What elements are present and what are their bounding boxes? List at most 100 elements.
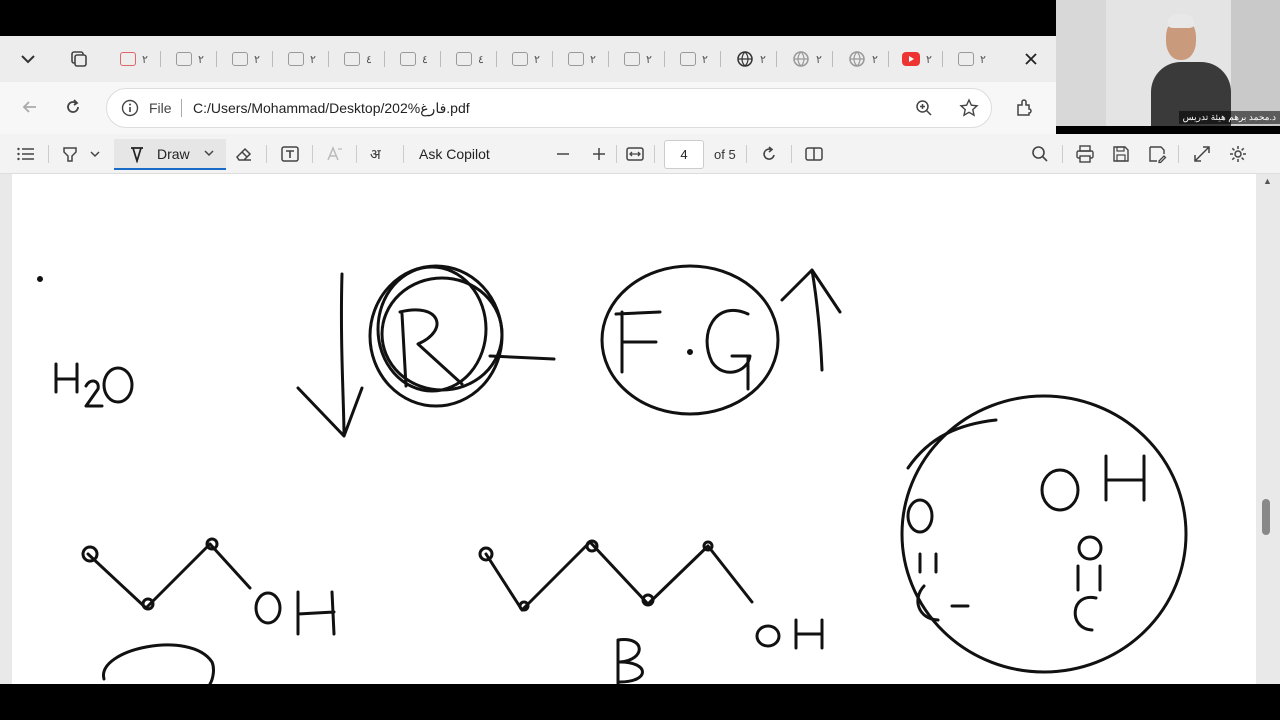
ink-up-arrow [780, 268, 842, 372]
browser-tab[interactable]: ٢ [896, 46, 943, 72]
video-background [1056, 0, 1106, 126]
rotate-icon[interactable] [759, 144, 779, 164]
favorite-star-icon[interactable] [959, 98, 979, 118]
tab-title: ٢ [926, 53, 932, 66]
highlight-icon[interactable] [60, 144, 80, 164]
ask-copilot-button[interactable]: Ask Copilot [419, 146, 490, 162]
refresh-icon[interactable] [63, 97, 83, 117]
url-text[interactable]: C:/Users/Mohammad/Desktop/202%فارغ.pdf [193, 100, 470, 117]
bottom-black-bar [0, 684, 1280, 720]
search-icon[interactable] [1030, 144, 1050, 164]
document-tab-icon [456, 52, 472, 66]
scrollbar-thumb[interactable] [1262, 499, 1270, 535]
pdf-file-icon [120, 52, 136, 66]
divider [181, 99, 182, 117]
chevron-down-icon[interactable] [202, 146, 216, 160]
zoom-in-icon[interactable] [915, 99, 933, 117]
toolbar-divider [791, 145, 792, 163]
video-background [1231, 0, 1280, 126]
vertical-scrollbar[interactable]: ▲ [1260, 176, 1272, 684]
document-tab-icon [344, 52, 360, 66]
tab-title: ٤ [366, 53, 372, 66]
file-scheme-label: File [149, 100, 172, 116]
ink-carboxylic-acid-circled [900, 394, 1188, 674]
draw-button[interactable]: Draw [114, 139, 226, 170]
ink-oh-a [254, 590, 336, 636]
text-format-icon [325, 144, 345, 164]
zoom-in-plus-icon[interactable] [589, 144, 609, 164]
browser-tab[interactable]: ٤ [338, 46, 385, 72]
highlight-dropdown-chevron-icon[interactable] [88, 144, 102, 164]
browser-tab[interactable]: ٢ [730, 46, 777, 72]
document-tab-icon [512, 52, 528, 66]
globe-icon [793, 51, 809, 67]
toolbar-divider [266, 145, 267, 163]
tab-title: ٢ [198, 53, 204, 66]
scroll-up-arrow-icon[interactable]: ▲ [1263, 176, 1272, 186]
settings-gear-icon[interactable] [1228, 144, 1248, 164]
zoom-out-minus-icon[interactable] [553, 144, 573, 164]
tab-title: ٢ [760, 53, 766, 66]
ink-dot [37, 276, 43, 282]
presenter-name-caption: د.محمد برهم هيئة تدريس [1178, 111, 1280, 124]
browser-tab[interactable]: ٢ [226, 46, 273, 72]
youtube-icon [902, 52, 920, 66]
ink-h2o [54, 362, 134, 408]
document-tab-icon [288, 52, 304, 66]
toolbar-divider [403, 145, 404, 163]
browser-tab[interactable]: ٢ [282, 46, 329, 72]
tab-title: ٢ [590, 53, 596, 66]
browser-tab[interactable]: ٢ [786, 46, 833, 72]
document-tab-icon [232, 52, 248, 66]
fullscreen-icon[interactable] [1192, 144, 1212, 164]
tab-title: ٢ [646, 53, 652, 66]
fit-page-icon[interactable] [625, 144, 645, 164]
browser-tab[interactable]: ٢ [114, 46, 161, 72]
tab-title: ٤ [478, 53, 484, 66]
extensions-icon[interactable] [1014, 98, 1034, 118]
address-bar[interactable]: File C:/Users/Mohammad/Desktop/202%فارغ.… [106, 88, 992, 128]
browser-tab[interactable]: ٤ [450, 46, 497, 72]
ink-down-arrow [296, 272, 364, 438]
read-aloud-translate-icon[interactable]: अ [370, 145, 381, 164]
toolbar-divider [1062, 145, 1063, 163]
text-box-icon[interactable] [280, 144, 300, 164]
browser-tab[interactable]: ٢ [952, 46, 996, 72]
tab-title: ٢ [702, 53, 708, 66]
browser-tab[interactable]: ٢ [618, 46, 665, 72]
ink-zigzag-b [478, 539, 754, 612]
toolbar-divider [48, 145, 49, 163]
tab-collections-icon[interactable] [62, 46, 106, 72]
tab-actions-chevron-down-icon[interactable] [12, 48, 44, 70]
browser-tab[interactable]: ٤ [394, 46, 441, 72]
document-tab-icon [624, 52, 640, 66]
browser-tab[interactable]: ٢ [506, 46, 553, 72]
eraser-icon[interactable] [234, 144, 254, 164]
close-tab-icon[interactable] [1020, 48, 1042, 70]
contents-list-icon[interactable] [16, 144, 36, 164]
info-icon[interactable] [121, 99, 139, 117]
back-arrow-icon[interactable] [20, 97, 40, 117]
toolbar-divider [654, 145, 655, 163]
save-icon[interactable] [1111, 144, 1131, 164]
tab-title: ٢ [980, 53, 986, 66]
tab-title: ٤ [422, 53, 428, 66]
browser-tab[interactable]: ٢ [562, 46, 609, 72]
toolbar-divider [616, 145, 617, 163]
browser-tab[interactable]: ٢ [674, 46, 721, 72]
document-tab-icon [176, 52, 192, 66]
browser-tab[interactable]: ٢ [842, 46, 889, 72]
ink-oh-b [755, 618, 824, 650]
print-icon[interactable] [1075, 144, 1095, 164]
presenter-figure [1168, 14, 1194, 28]
tab-title: ٢ [310, 53, 316, 66]
ink-zigzag-a [81, 537, 252, 684]
toolbar-divider [312, 145, 313, 163]
globe-icon [849, 51, 865, 67]
save-as-icon[interactable] [1147, 144, 1167, 164]
document-tab-icon [680, 52, 696, 66]
page-number-input[interactable]: 4 [664, 140, 704, 169]
browser-tab[interactable]: ٢ [170, 46, 217, 72]
tab-title: ٢ [254, 53, 260, 66]
two-page-view-icon[interactable] [804, 144, 824, 164]
